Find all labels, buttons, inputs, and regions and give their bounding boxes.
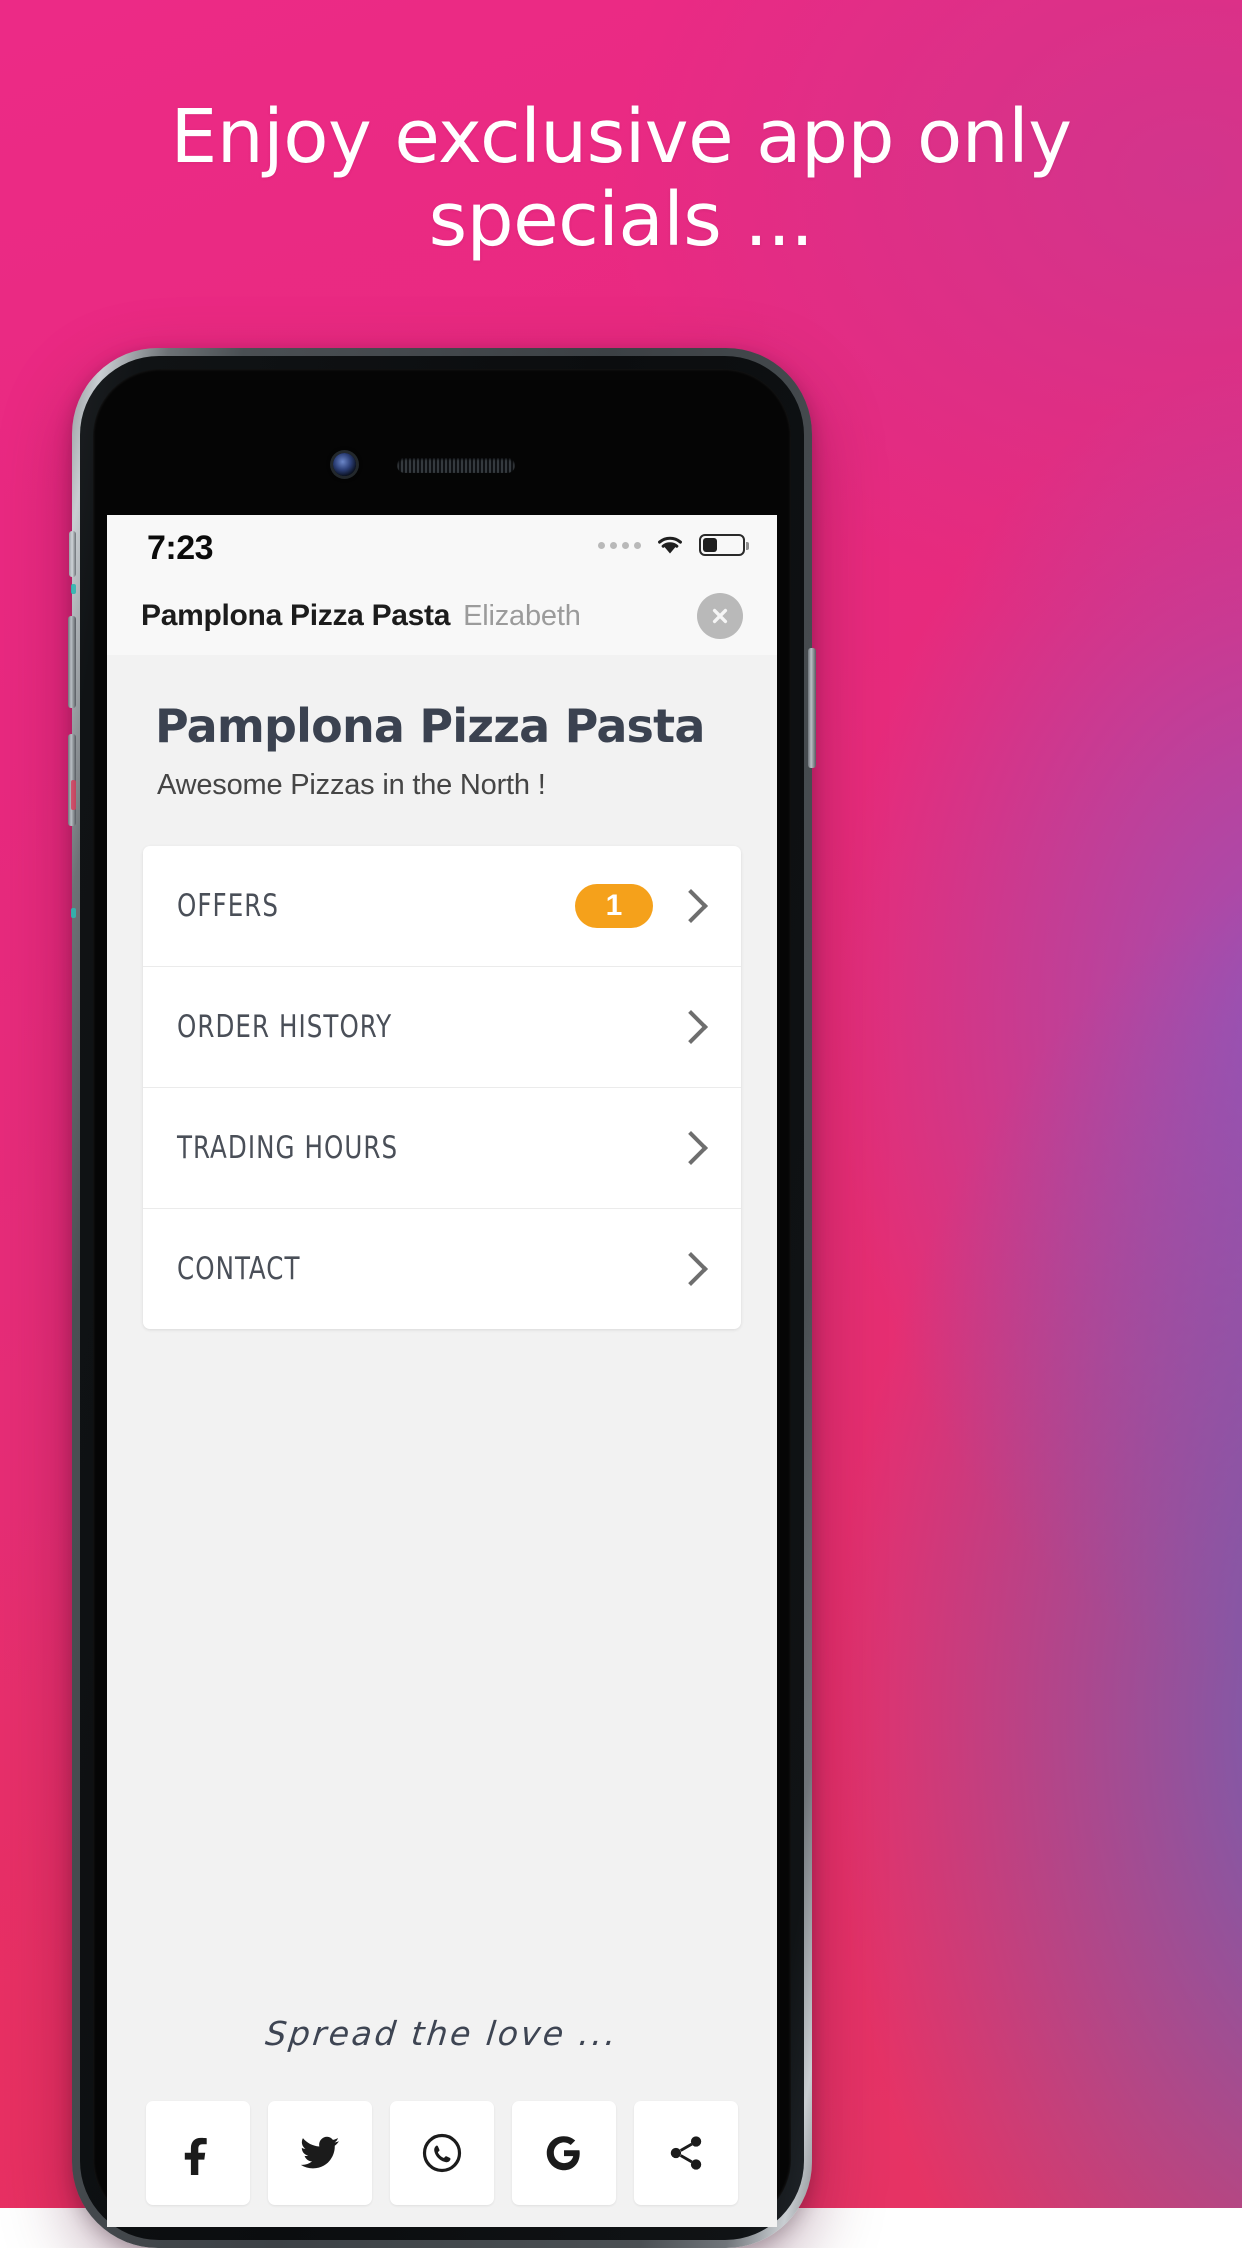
share-prompt: Spread the love ... [263, 2014, 621, 2053]
menu-card: OFFERS 1 ORDER HISTORY TRADING HOURS CON… [143, 846, 741, 1329]
front-camera-icon [333, 453, 356, 476]
close-icon[interactable] [697, 593, 743, 639]
chevron-right-icon [674, 1010, 708, 1044]
page-title: Pamplona Pizza Pasta [155, 699, 705, 753]
wifi-icon [654, 533, 686, 557]
status-icons [598, 533, 749, 557]
google-share-button[interactable] [512, 2101, 616, 2205]
promo-headline: Enjoy exclusive app only specials ... [0, 96, 1242, 262]
twitter-icon [300, 2136, 340, 2169]
chevron-right-icon [674, 1252, 708, 1286]
whatsapp-share-button[interactable] [390, 2101, 494, 2205]
menu-row-label: ORDER HISTORY [177, 1009, 393, 1045]
menu-row-order-history[interactable]: ORDER HISTORY [143, 967, 741, 1088]
google-icon [546, 2136, 580, 2171]
volume-up-button[interactable] [68, 616, 76, 708]
battery-icon [699, 534, 749, 556]
phone-bezel: 7:23 Pamplona Pizza Pasta Elizabeth Pamp… [80, 356, 804, 2240]
menu-row-label: CONTACT [177, 1251, 301, 1287]
antenna-line-bottom [71, 908, 76, 918]
headline-line-1: Enjoy exclusive app only [170, 94, 1072, 180]
app-header: Pamplona Pizza Pasta Elizabeth [107, 577, 777, 656]
menu-row-offers[interactable]: OFFERS 1 [143, 846, 741, 967]
menu-row-trading-hours[interactable]: TRADING HOURS [143, 1088, 741, 1209]
offers-count-badge: 1 [575, 884, 653, 928]
chevron-right-icon [674, 1131, 708, 1165]
earpiece-speaker-icon [397, 458, 515, 473]
phone-face: 7:23 Pamplona Pizza Pasta Elizabeth Pamp… [93, 369, 791, 2227]
status-bar: 7:23 [107, 515, 777, 577]
menu-row-label: TRADING HOURS [177, 1130, 399, 1166]
phone-mockup: 7:23 Pamplona Pizza Pasta Elizabeth Pamp… [68, 348, 816, 2248]
share-icon [670, 2136, 702, 2170]
twitter-share-button[interactable] [268, 2101, 372, 2205]
venue-tagline: Awesome Pizzas in the North ! [157, 769, 546, 801]
menu-row-contact[interactable]: CONTACT [143, 1209, 741, 1329]
header-venue-name: Pamplona Pizza Pasta [141, 599, 451, 632]
social-buttons [107, 2101, 777, 2205]
chevron-right-icon [674, 889, 708, 923]
phone-screen: 7:23 Pamplona Pizza Pasta Elizabeth Pamp… [107, 515, 777, 2227]
facebook-share-button[interactable] [146, 2101, 250, 2205]
facebook-icon [184, 2137, 207, 2175]
share-button[interactable] [634, 2101, 738, 2205]
power-button[interactable] [808, 648, 816, 768]
antenna-line-red [71, 780, 76, 810]
app-body: Pamplona Pizza Pasta Awesome Pizzas in t… [107, 655, 777, 2227]
header-location: Elizabeth [463, 599, 581, 632]
signal-dots-icon [598, 541, 641, 549]
antenna-line-top [71, 584, 76, 594]
mute-switch[interactable] [69, 531, 76, 577]
menu-row-label: OFFERS [177, 888, 280, 924]
status-clock: 7:23 [147, 529, 214, 567]
headline-line-2: specials ... [428, 176, 814, 263]
whatsapp-icon [422, 2133, 462, 2173]
